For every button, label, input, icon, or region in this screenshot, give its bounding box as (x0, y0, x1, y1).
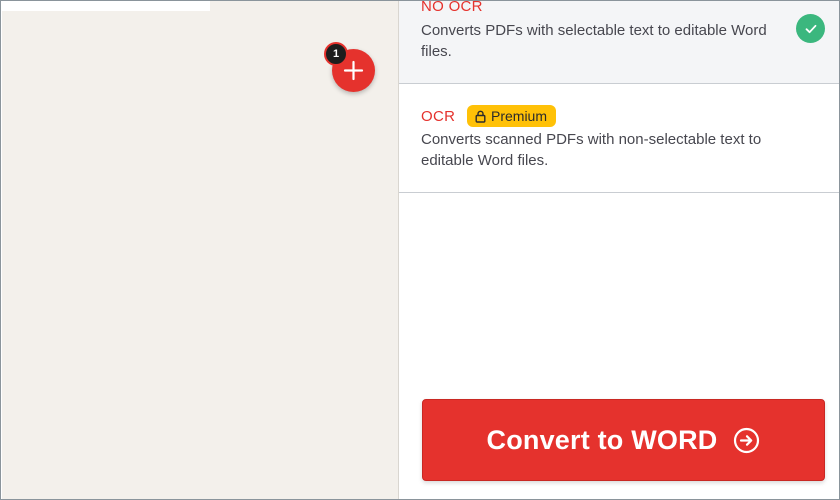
option-title: OCR (421, 108, 456, 125)
option-no-ocr[interactable]: NO OCR Converts PDFs with selectable tex… (399, 0, 839, 84)
lock-icon (475, 110, 486, 123)
premium-label: Premium (491, 108, 548, 124)
option-ocr[interactable]: OCR Premium Converts scanned PDFs with n… (399, 84, 839, 193)
option-description: Converts PDFs with selectable text to ed… (421, 22, 767, 60)
options-sidebar: NO OCR Converts PDFs with selectable tex… (399, 0, 839, 499)
arrow-right-circle-icon (734, 427, 760, 453)
option-description: Converts scanned PDFs with non-selectabl… (421, 131, 762, 169)
premium-badge: Premium (467, 105, 557, 127)
file-count-badge: 1 (324, 42, 348, 66)
file-card (2, 1, 210, 11)
app-window: 1 NO OCR Converts PDFs with selectable t… (0, 0, 840, 500)
convert-button[interactable]: Convert to WORD (422, 399, 825, 481)
option-title: NO OCR (421, 0, 483, 15)
file-workspace: 1 (2, 1, 398, 499)
plus-icon (343, 60, 364, 81)
convert-label: Convert to WORD (486, 424, 718, 455)
check-circle-icon (796, 14, 825, 43)
